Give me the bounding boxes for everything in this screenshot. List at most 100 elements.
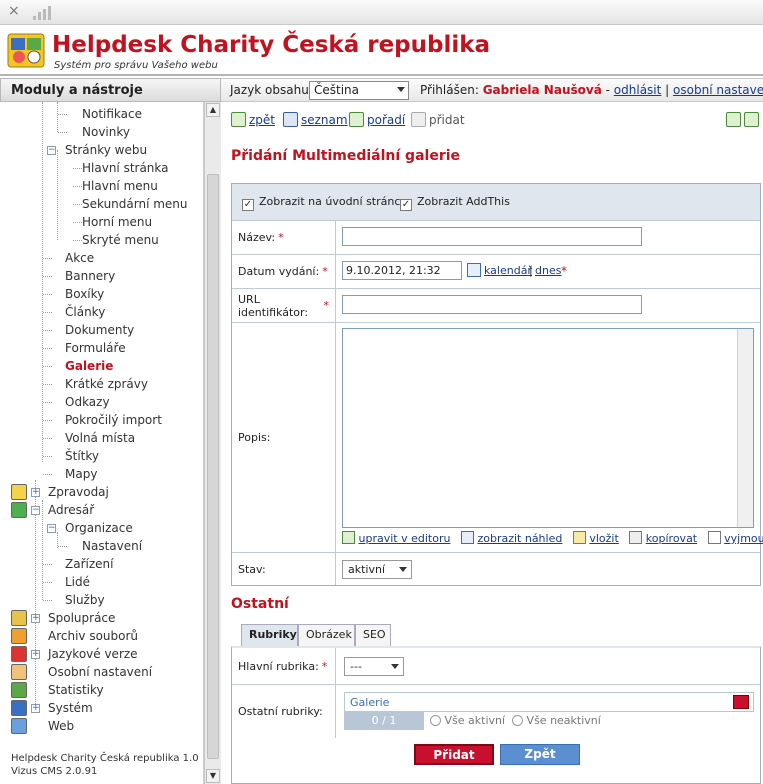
state-selected: aktivní (348, 563, 386, 576)
tree-item-sekundarni-menu[interactable]: Sekundární menu (82, 195, 188, 213)
list-toolbar-button[interactable]: seznam (283, 111, 348, 129)
collapse-icon[interactable]: − (47, 146, 56, 155)
tree-item-spoluprace[interactable]: Spolupráce (48, 609, 115, 627)
scroll-up-icon[interactable]: ▲ (206, 103, 220, 117)
preview-link[interactable]: zobrazit náhled (477, 532, 562, 545)
logged-label: Přihlášen: (420, 83, 479, 97)
refresh-button[interactable] (726, 111, 744, 129)
user-name: Gabriela Naušová (482, 83, 602, 97)
tree-item-nastaveni[interactable]: Nastavení (82, 537, 142, 555)
textarea-scrollbar[interactable] (737, 329, 753, 527)
tree-item-kratke-zpravy[interactable]: Krátké zprávy (65, 375, 148, 393)
order-toolbar-button[interactable]: pořadí (349, 111, 405, 129)
all-inactive-radio[interactable] (512, 715, 524, 726)
tree-item-lide[interactable]: Lidé (65, 573, 90, 591)
logo-icon[interactable] (7, 31, 45, 69)
show-home-option[interactable]: ✓ Zobrazit na úvodní stránce (242, 195, 407, 211)
tree-item-boxiky[interactable]: Boxíky (65, 285, 104, 303)
collapse-icon[interactable]: − (47, 524, 56, 533)
paste-link[interactable]: vložit (589, 532, 618, 545)
language-select[interactable]: Čeština (309, 81, 409, 100)
order-link[interactable]: pořadí (367, 113, 405, 127)
tree-item-dokumenty[interactable]: Dokumenty (65, 321, 134, 339)
description-textarea[interactable] (342, 328, 754, 528)
tree-item-clanky[interactable]: Články (65, 303, 105, 321)
tree-item-akce[interactable]: Akce (65, 249, 94, 267)
calendar-link[interactable]: kalendář (484, 264, 532, 277)
tree-item-archiv-souboru[interactable]: Archiv souborů (48, 627, 138, 645)
tab-obrazek[interactable]: Obrázek (298, 624, 355, 646)
edit-in-editor-link[interactable]: upravit v editoru (359, 532, 451, 545)
cut-link[interactable]: vyjmout (724, 532, 763, 545)
add-toolbar-button: přidat (411, 111, 465, 129)
tab-rubriky[interactable]: Rubriky (241, 624, 298, 646)
eye-icon (11, 718, 27, 734)
show-addthis-option[interactable]: ✓ Zobrazit AddThis (400, 195, 510, 211)
back-link[interactable]: zpět (249, 113, 275, 127)
name-input[interactable] (342, 227, 642, 246)
expand-icon[interactable]: + (31, 704, 40, 713)
calendar-icon[interactable] (467, 263, 481, 277)
show-addthis-checkbox[interactable]: ✓ (400, 199, 412, 211)
tree-item-novinky[interactable]: Novinky (82, 123, 130, 141)
list-link[interactable]: seznam (301, 113, 348, 127)
tree-item-statistiky[interactable]: Statistiky (48, 681, 104, 699)
scroll-down-icon[interactable]: ▼ (206, 769, 220, 783)
expand-icon[interactable]: + (31, 614, 40, 623)
tree-item-adresar[interactable]: Adresář (48, 501, 94, 519)
scroll-thumb[interactable] (207, 174, 219, 759)
tree-item-stitky[interactable]: Štítky (65, 447, 99, 465)
page-title: Přidání Multimediální galerie (231, 148, 461, 164)
copy-link[interactable]: kopírovat (646, 532, 697, 545)
chevron-down-icon (391, 664, 399, 669)
expand-icon[interactable]: + (31, 488, 40, 497)
preview-icon (460, 531, 474, 544)
category-item[interactable]: Galerie (344, 692, 754, 712)
all-active-label[interactable]: Vše aktivní (445, 714, 506, 727)
tree-item-stranky-webu[interactable]: Stránky webu (65, 141, 147, 159)
tree-item-formulare[interactable]: Formuláře (65, 339, 126, 357)
tab-seo[interactable]: SEO (355, 624, 391, 646)
today-link[interactable]: dnes (535, 264, 561, 277)
date-input[interactable]: 9.10.2012, 21:32 (342, 261, 462, 280)
all-active-radio[interactable] (430, 715, 441, 726)
tree-item-mapy[interactable]: Mapy (65, 465, 97, 483)
category-color-swatch[interactable] (733, 695, 749, 709)
expand-icon[interactable]: + (31, 650, 40, 659)
tree-item-galerie[interactable]: Galerie (65, 357, 113, 375)
back-button[interactable]: Zpět (500, 744, 580, 765)
tree-item-osobni-nastaveni[interactable]: Osobní nastavení (48, 663, 152, 681)
tree-item-web[interactable]: Web (48, 717, 74, 735)
back-toolbar-button[interactable]: zpět (231, 111, 275, 129)
close-icon[interactable]: × (8, 3, 20, 19)
tree-item-jazykove-verze[interactable]: Jazykové verze (48, 645, 138, 663)
tree-item-bannery[interactable]: Bannery (65, 267, 115, 285)
tree-item-system[interactable]: Systém (48, 699, 93, 717)
tree-item-zarizeni[interactable]: Zařízení (65, 555, 113, 573)
url-input[interactable] (342, 295, 642, 314)
tree-item-odkazy[interactable]: Odkazy (65, 393, 110, 411)
refresh-icon (726, 112, 741, 127)
expand-button[interactable] (744, 111, 762, 129)
tree-item-skryte-menu[interactable]: Skryté menu (82, 231, 159, 249)
tree-item-pokrocily-import[interactable]: Pokročilý import (65, 411, 162, 429)
tree-item-zpravodaj[interactable]: Zpravodaj (48, 483, 109, 501)
sidebar-scrollbar[interactable]: ▲ ▼ (204, 102, 221, 784)
main-category-select[interactable]: --- (344, 657, 404, 676)
tree-item-notifikace[interactable]: Notifikace (82, 105, 142, 123)
submit-button[interactable]: Přidat (414, 744, 494, 765)
tree-item-sluzby[interactable]: Služby (65, 591, 105, 609)
tree-item-organizace[interactable]: Organizace (65, 519, 133, 537)
tree-item-volna-mista[interactable]: Volná místa (65, 429, 135, 447)
separator: - (605, 83, 610, 97)
tree-item-hlavni-menu[interactable]: Hlavní menu (82, 177, 158, 195)
collapse-icon[interactable]: − (31, 506, 40, 515)
personal-settings-link[interactable]: osobní nastavení (673, 83, 763, 97)
logout-link[interactable]: odhlásit (614, 83, 662, 97)
show-home-checkbox[interactable]: ✓ (242, 199, 254, 211)
state-select[interactable]: aktivní (342, 560, 412, 579)
category-item-label: Galerie (350, 696, 390, 709)
tree-item-hlavni-stranka[interactable]: Hlavní stránka (82, 159, 169, 177)
tree-item-horni-menu[interactable]: Horní menu (82, 213, 152, 231)
all-inactive-label[interactable]: Vše neaktivní (527, 714, 601, 727)
